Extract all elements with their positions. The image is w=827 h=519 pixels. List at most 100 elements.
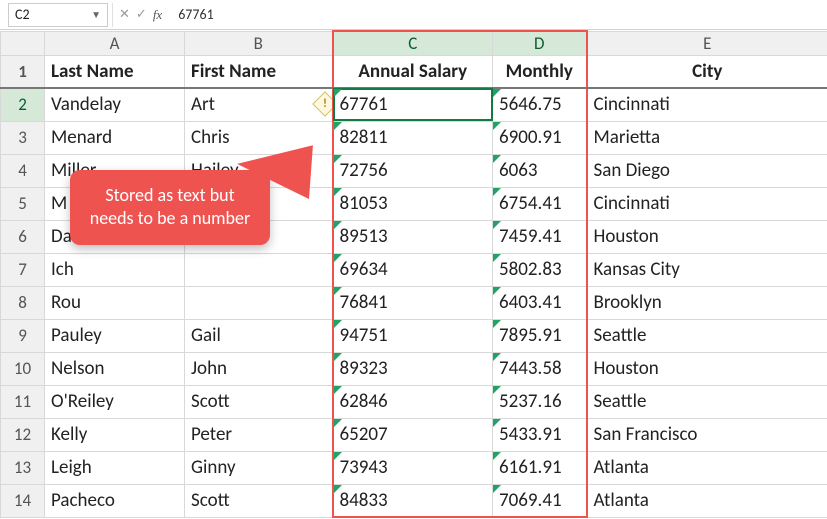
cell[interactable]: San Francisco: [587, 418, 827, 451]
cell[interactable]: Seattle: [587, 319, 827, 352]
cell[interactable]: Ich: [45, 253, 185, 286]
cell[interactable]: 62846: [333, 385, 493, 418]
cell[interactable]: Ginny: [185, 451, 333, 484]
cell[interactable]: Leigh: [45, 451, 185, 484]
cell[interactable]: 81053: [333, 187, 493, 220]
cell[interactable]: Art: [185, 88, 333, 121]
cell[interactable]: Brooklyn: [587, 286, 827, 319]
cell[interactable]: Last Name: [45, 55, 185, 88]
cell[interactable]: 5802.83: [493, 253, 587, 286]
table-row: 12 Kelly Peter 65207 5433.91 San Francis…: [1, 418, 827, 451]
cell[interactable]: 5237.16: [493, 385, 587, 418]
cell[interactable]: 6403.41: [493, 286, 587, 319]
cell[interactable]: 82811: [333, 121, 493, 154]
cell[interactable]: Vandelay: [45, 88, 185, 121]
cell[interactable]: First Name: [185, 55, 333, 88]
cell[interactable]: 7459.41: [493, 220, 587, 253]
cell[interactable]: Cincinnati: [587, 88, 827, 121]
spreadsheet-grid[interactable]: A B C D E 1 Last Name First Name Annual …: [0, 30, 827, 518]
name-box-value: C2: [15, 6, 30, 23]
cell[interactable]: O'Reiley: [45, 385, 185, 418]
table-row: 7 Ich 69634 5802.83 Kansas City: [1, 253, 827, 286]
cell[interactable]: San Diego: [587, 154, 827, 187]
cell[interactable]: Houston: [587, 352, 827, 385]
cell[interactable]: Scott: [185, 385, 333, 418]
cell-text: Art: [191, 93, 215, 116]
table-row: 14 Pacheco Scott 84833 7069.41 Atlanta: [1, 484, 827, 517]
cell[interactable]: 7895.91: [493, 319, 587, 352]
cell[interactable]: Pauley: [45, 319, 185, 352]
row-header[interactable]: 7: [1, 253, 45, 286]
cell[interactable]: 65207: [333, 418, 493, 451]
cell[interactable]: Peter: [185, 418, 333, 451]
cell[interactable]: 76841: [333, 286, 493, 319]
cell[interactable]: Seattle: [587, 385, 827, 418]
row-header[interactable]: 10: [1, 352, 45, 385]
row-header[interactable]: 8: [1, 286, 45, 319]
cell[interactable]: [185, 286, 333, 319]
error-indicator-icon[interactable]: [312, 91, 333, 116]
row-header[interactable]: 12: [1, 418, 45, 451]
cell[interactable]: Scott: [185, 484, 333, 517]
row-header[interactable]: 1: [1, 55, 45, 88]
table-header-row: 1 Last Name First Name Annual Salary Mon…: [1, 55, 827, 88]
row-header[interactable]: 14: [1, 484, 45, 517]
cell[interactable]: John: [185, 352, 333, 385]
fx-icon[interactable]: fx: [153, 7, 162, 23]
cell[interactable]: 6063: [493, 154, 587, 187]
cell[interactable]: Kelly: [45, 418, 185, 451]
cell[interactable]: Annual Salary: [333, 55, 493, 88]
cell[interactable]: 89323: [333, 352, 493, 385]
cell[interactable]: Gail: [185, 319, 333, 352]
col-header-a[interactable]: A: [45, 31, 185, 55]
column-header-row: A B C D E: [1, 31, 827, 55]
cancel-icon[interactable]: ✕: [119, 7, 130, 22]
cell[interactable]: 84833: [333, 484, 493, 517]
cell[interactable]: Kansas City: [587, 253, 827, 286]
cell[interactable]: City: [587, 55, 827, 88]
cell[interactable]: 89513: [333, 220, 493, 253]
col-header-c[interactable]: C: [333, 31, 493, 55]
col-header-e[interactable]: E: [587, 31, 827, 55]
cell[interactable]: 6161.91: [493, 451, 587, 484]
cell[interactable]: 69634: [333, 253, 493, 286]
enter-icon[interactable]: ✓: [136, 7, 147, 22]
annotation-callout: Stored as text but needs to be a number: [70, 170, 270, 245]
row-header[interactable]: 13: [1, 451, 45, 484]
cell[interactable]: Atlanta: [587, 451, 827, 484]
row-header[interactable]: 2: [1, 88, 45, 121]
select-all-corner[interactable]: [1, 31, 45, 55]
cell[interactable]: 6900.91: [493, 121, 587, 154]
cell-active[interactable]: 67761: [333, 88, 493, 121]
cell[interactable]: 5646.75: [493, 88, 587, 121]
cell[interactable]: Nelson: [45, 352, 185, 385]
cell[interactable]: Menard: [45, 121, 185, 154]
cell[interactable]: Atlanta: [587, 484, 827, 517]
cell[interactable]: 6754.41: [493, 187, 587, 220]
name-box[interactable]: C2 ▼: [8, 3, 108, 27]
cell[interactable]: [185, 253, 333, 286]
col-header-b[interactable]: B: [185, 31, 333, 55]
table-row: 10 Nelson John 89323 7443.58 Houston: [1, 352, 827, 385]
cell[interactable]: 7069.41: [493, 484, 587, 517]
cell[interactable]: Pacheco: [45, 484, 185, 517]
row-header[interactable]: 6: [1, 220, 45, 253]
cell[interactable]: Monthly: [493, 55, 587, 88]
cell[interactable]: 72756: [333, 154, 493, 187]
row-header[interactable]: 3: [1, 121, 45, 154]
row-header[interactable]: 5: [1, 187, 45, 220]
chevron-down-icon[interactable]: ▼: [91, 8, 101, 21]
cell[interactable]: Rou: [45, 286, 185, 319]
col-header-d[interactable]: D: [493, 31, 587, 55]
cell[interactable]: 73943: [333, 451, 493, 484]
row-header[interactable]: 4: [1, 154, 45, 187]
formula-bar-value[interactable]: 67761: [168, 6, 213, 23]
cell[interactable]: Marietta: [587, 121, 827, 154]
row-header[interactable]: 9: [1, 319, 45, 352]
cell[interactable]: Houston: [587, 220, 827, 253]
row-header[interactable]: 11: [1, 385, 45, 418]
cell[interactable]: 7443.58: [493, 352, 587, 385]
cell[interactable]: 94751: [333, 319, 493, 352]
cell[interactable]: 5433.91: [493, 418, 587, 451]
cell[interactable]: Cincinnati: [587, 187, 827, 220]
